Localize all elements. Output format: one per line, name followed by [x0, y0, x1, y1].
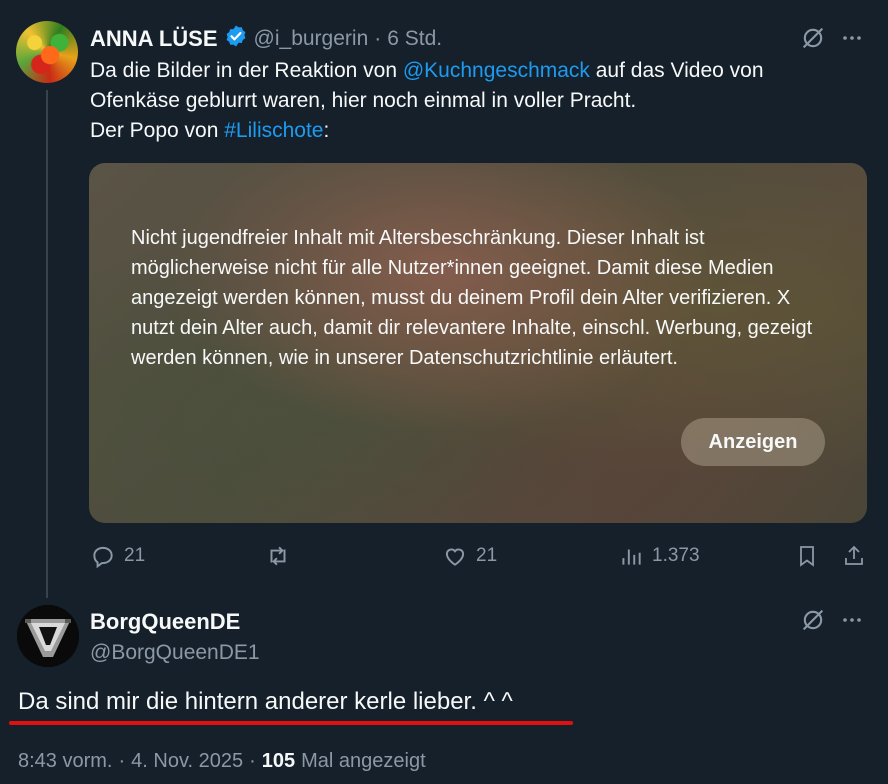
- meta-separator: ·: [374, 26, 382, 50]
- reply-header: BorgQueenDE @BorgQueenDE1: [90, 609, 260, 665]
- reply-text: Da sind mir die hintern anderer kerle li…: [18, 688, 513, 715]
- media-warning-text: Nicht jugendfreier Inhalt mit Altersbesc…: [131, 227, 813, 369]
- meta-separator: ·: [118, 750, 126, 772]
- views-chart-icon: [622, 549, 641, 565]
- more-options-icon[interactable]: [840, 26, 864, 55]
- verified-badge-icon[interactable]: [224, 24, 248, 53]
- tweet-text: Da die Bilder in der Reaktion von @Kuchn…: [90, 56, 850, 146]
- mention-link[interactable]: @Kuchngeschmack: [403, 59, 590, 82]
- view-count: 1.373: [652, 545, 700, 566]
- views-action[interactable]: 1.373: [618, 543, 700, 569]
- heart-icon: [445, 548, 465, 566]
- author-avatar[interactable]: [16, 21, 78, 83]
- bookmark-icon: [800, 546, 814, 567]
- reply-count: 21: [124, 545, 146, 566]
- borg-logo-icon: [17, 605, 79, 667]
- reply-icon: [93, 546, 113, 569]
- reply-date[interactable]: 4. Nov. 2025: [131, 750, 243, 773]
- grok-icon[interactable]: [799, 24, 827, 57]
- tweet-text-part: :: [323, 119, 330, 142]
- reply-author-handle[interactable]: @BorgQueenDE1: [90, 641, 260, 665]
- grok-icon[interactable]: [799, 606, 827, 639]
- tweet-text-part: auf das Video von: [589, 59, 764, 82]
- reply-action[interactable]: 21: [90, 543, 145, 569]
- author-handle[interactable]: @i_burgerin: [254, 27, 369, 51]
- tweet-text-part: Der Popo von: [90, 119, 225, 142]
- reply-time[interactable]: 8:43 vorm.: [18, 750, 112, 773]
- bookmark-action[interactable]: [795, 543, 819, 569]
- show-media-button[interactable]: Anzeigen: [681, 418, 825, 466]
- tweet-time[interactable]: 6 Std.: [387, 27, 442, 51]
- repost-action[interactable]: [264, 543, 292, 569]
- meta-separator: ·: [249, 750, 256, 772]
- reply-views-label: Mal angezeigt: [301, 750, 426, 772]
- thread-connector: [46, 90, 48, 598]
- like-action[interactable]: 21: [442, 543, 497, 569]
- more-options-icon[interactable]: [840, 608, 864, 637]
- tweet-header: ANNA LÜSE @i_burgerin · 6 Std.: [90, 24, 442, 53]
- red-underline-annotation: [9, 721, 573, 725]
- tweet-text-line: Ofenkäse geblurrt waren, hier noch einma…: [90, 89, 637, 112]
- reply-view-count: 105: [261, 750, 296, 772]
- like-count: 21: [476, 545, 498, 566]
- hashtag-link[interactable]: #Lilischote: [224, 119, 323, 142]
- reply-author-name[interactable]: BorgQueenDE: [90, 609, 260, 635]
- share-icon: [845, 545, 863, 565]
- repost-icon: [270, 546, 286, 566]
- sensitive-media-card[interactable]: Nicht jugendfreier Inhalt mit Altersbesc…: [89, 163, 867, 523]
- reply-author-avatar[interactable]: [17, 605, 79, 667]
- share-action[interactable]: [842, 543, 866, 569]
- author-name[interactable]: ANNA LÜSE: [90, 26, 218, 52]
- reply-meta: 8:43 vorm. · 4. Nov. 2025 · 105 Mal ange…: [18, 750, 426, 773]
- tweet-text-part: Da die Bilder in der Reaktion von: [90, 59, 403, 82]
